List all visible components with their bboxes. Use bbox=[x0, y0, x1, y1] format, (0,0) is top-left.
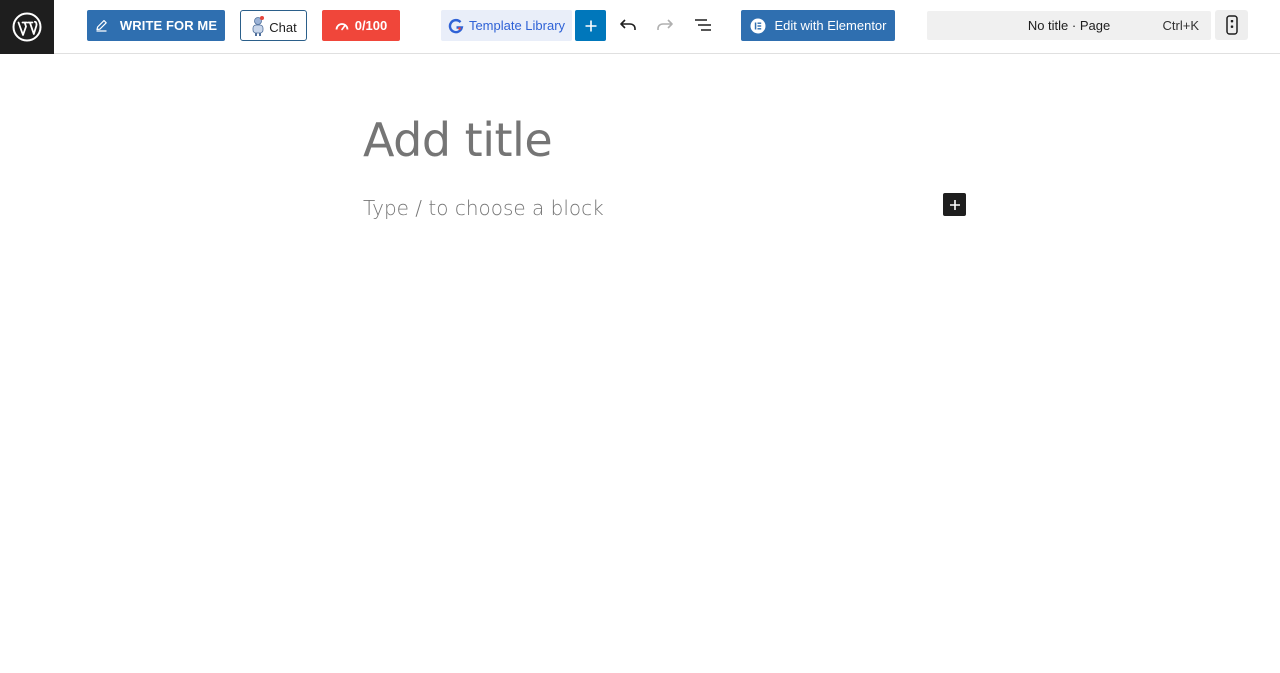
plus-icon bbox=[585, 20, 596, 31]
document-overview-icon bbox=[695, 19, 711, 31]
document-overview-button[interactable] bbox=[689, 11, 717, 39]
editor-canvas: Add title Type / to choose a block bbox=[0, 55, 1280, 673]
robot-avatar-icon bbox=[252, 15, 265, 36]
write-for-me-label: WRITE FOR ME bbox=[119, 18, 218, 33]
wordpress-logo-icon bbox=[12, 12, 42, 42]
gauge-icon bbox=[335, 22, 349, 30]
block-inserter-toggle[interactable] bbox=[575, 10, 606, 41]
edit-with-elementor-label: Edit with Elementor bbox=[774, 18, 887, 33]
block-inserter-button[interactable] bbox=[943, 193, 966, 216]
seo-score-button[interactable]: 0/100 bbox=[322, 10, 400, 41]
undo-button[interactable] bbox=[614, 11, 642, 39]
template-library-label: Template Library bbox=[468, 18, 566, 33]
chat-button[interactable]: Chat bbox=[240, 10, 307, 41]
default-block-appender[interactable]: Type / to choose a block bbox=[363, 196, 604, 220]
template-g-icon bbox=[448, 18, 464, 33]
wordpress-logo-button[interactable] bbox=[0, 0, 54, 54]
template-library-button[interactable]: Template Library bbox=[441, 10, 572, 41]
post-title-field[interactable]: Add title bbox=[363, 113, 553, 167]
write-for-me-button[interactable]: WRITE FOR ME bbox=[87, 10, 225, 41]
device-preview-icon bbox=[1225, 15, 1238, 35]
edit-with-elementor-button[interactable]: Edit with Elementor bbox=[741, 10, 895, 41]
command-palette-trigger[interactable]: No title · Page Ctrl+K bbox=[927, 11, 1211, 40]
chat-label: Chat bbox=[269, 19, 297, 35]
pencil-icon bbox=[96, 20, 107, 32]
redo-button[interactable] bbox=[651, 11, 679, 39]
command-shortcut: Ctrl+K bbox=[1162, 18, 1199, 33]
editor-header: WRITE FOR ME Chat 0/100 Template Library bbox=[0, 0, 1280, 54]
redo-icon bbox=[657, 19, 673, 30]
device-preview-button[interactable] bbox=[1215, 10, 1248, 40]
seo-score-label: 0/100 bbox=[354, 18, 388, 33]
undo-icon bbox=[620, 19, 636, 30]
elementor-icon bbox=[750, 18, 765, 33]
plus-icon bbox=[949, 199, 960, 210]
